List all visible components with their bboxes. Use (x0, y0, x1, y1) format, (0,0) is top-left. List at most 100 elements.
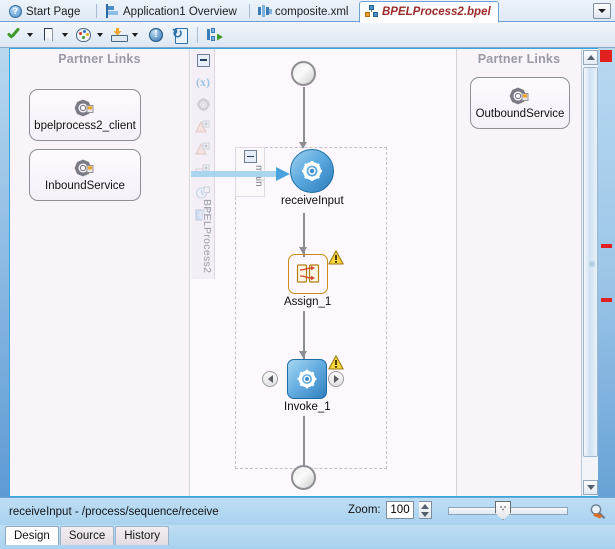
chevron-down-icon (61, 32, 68, 37)
palette-icon (75, 27, 91, 42)
flow-line-invoke-end (303, 416, 305, 466)
green-check-icon (6, 28, 21, 42)
zoom-reset-button[interactable] (589, 503, 607, 521)
application-overview-icon (106, 3, 120, 19)
tab-bpelprocess2-bpel[interactable]: BPELProcess2.bpel (359, 1, 499, 23)
chevron-down-icon (131, 32, 138, 37)
status-bar: receiveInput - /process/sequence/receive… (0, 497, 615, 525)
invoke-node[interactable]: Invoke_1 (262, 355, 344, 413)
scrollbar-thumb[interactable] (583, 67, 598, 457)
tab-overflow-menu-button[interactable] (593, 3, 611, 19)
flow-arrow-receive (299, 142, 307, 149)
partner-links-left-title: Partner Links (58, 52, 141, 66)
collapse-minus-icon[interactable] (191, 49, 215, 71)
invoke-warning-icon[interactable] (328, 355, 344, 370)
editor-vertical-scrollbar[interactable] (581, 49, 598, 496)
end-event-icon (291, 465, 316, 490)
scope-header[interactable]: main (235, 147, 265, 197)
error-marker-2[interactable] (601, 298, 612, 302)
error-marker-1[interactable] (601, 244, 612, 248)
invoke-prev-button[interactable] (262, 371, 278, 387)
partner-link-outboundservice[interactable]: OutboundService (470, 77, 570, 129)
error-overview-ruler[interactable] (598, 48, 615, 497)
editor-toolbar: ! BPEL ? (0, 22, 615, 70)
deploy-button[interactable] (107, 24, 129, 46)
tab-label: History (124, 530, 161, 542)
zoom-control-group: Zoom: (348, 501, 432, 519)
stepper-up-icon[interactable] (420, 503, 429, 509)
tab-label: Design (14, 530, 50, 542)
refresh-button[interactable] (169, 24, 191, 46)
zoom-input[interactable] (385, 501, 414, 519)
validate-button[interactable] (2, 24, 24, 46)
chevron-right-icon (333, 375, 339, 383)
scroll-up-button[interactable] (583, 50, 598, 65)
tab-label: Source (68, 530, 106, 542)
tab-history[interactable]: History (115, 526, 170, 545)
chevron-left-icon (267, 375, 273, 383)
validate-dropdown[interactable] (24, 24, 35, 46)
tab-separator-2 (249, 4, 250, 18)
chevron-up-icon (586, 55, 595, 60)
receive-node-label: receiveInput (281, 195, 344, 207)
partner-link-bpelprocess2-client[interactable]: bpelprocess2_client (29, 89, 141, 141)
palette-button[interactable] (72, 24, 94, 46)
assign-node[interactable]: Assign_1 (284, 250, 344, 308)
tab-separator-1 (96, 4, 97, 18)
editor-mode-tabs: Design Source History (0, 525, 615, 549)
flow-arrow-assign (299, 247, 307, 254)
left-gutter (0, 48, 9, 497)
info-circle-icon: ! (149, 27, 163, 42)
end-node[interactable] (291, 465, 316, 490)
invoke-activity-icon (287, 359, 328, 399)
receive-node[interactable]: receiveInput (281, 149, 344, 207)
collapse-minus-icon[interactable] (243, 150, 257, 163)
assign-warning-icon[interactable] (328, 250, 344, 265)
variables-x-icon[interactable]: (x) (191, 71, 215, 93)
flow-arrow-invoke (299, 351, 307, 358)
bookmark-button[interactable] (37, 24, 59, 46)
correlation-sets-icon[interactable] (191, 115, 215, 137)
partner-links-left-panel: Partner Links bpelprocess2_client Inboun… (10, 49, 190, 496)
scroll-down-button[interactable] (583, 480, 598, 495)
start-node[interactable] (291, 61, 316, 86)
bpel-process-icon (365, 5, 379, 19)
bpel-design-editor: Partner Links bpelprocess2_client Inboun… (0, 48, 615, 497)
structure-button[interactable] (204, 24, 226, 46)
bookmark-icon (43, 27, 53, 42)
process-vertical-toolbar: (x) BPELProcess2 (191, 49, 215, 279)
receive-activity-icon (290, 149, 335, 193)
tab-design[interactable]: Design (5, 526, 59, 545)
partner-links-icon[interactable] (191, 159, 215, 181)
assign-node-label: Assign_1 (284, 296, 332, 308)
partner-link-label: InboundService (45, 179, 125, 192)
tab-start-page[interactable]: ? Start Page (4, 1, 87, 22)
assign-activity-icon (287, 254, 328, 294)
tab-source[interactable]: Source (59, 526, 115, 545)
deploy-dropdown[interactable] (129, 24, 140, 46)
partner-links-right-title: Partner Links (477, 52, 561, 66)
gear-service-icon (74, 99, 96, 119)
chevron-down-icon (96, 32, 103, 37)
status-text: receiveInput - /process/sequence/receive (9, 505, 219, 518)
palette-dropdown[interactable] (94, 24, 105, 46)
tab-label: composite.xml (275, 5, 349, 18)
zoom-stepper[interactable] (418, 501, 432, 519)
deploy-icon (110, 28, 128, 42)
flow-line-start-receive (303, 87, 305, 145)
invoke-node-label: Invoke_1 (284, 401, 331, 413)
stepper-down-icon[interactable] (420, 511, 429, 517)
invoke-next-button[interactable] (328, 371, 344, 387)
tab-composite-xml[interactable]: composite.xml (253, 1, 356, 22)
zoom-slider-thumb[interactable] (495, 501, 511, 520)
start-event-icon (291, 61, 316, 86)
info-button[interactable]: ! (145, 24, 167, 46)
tab-application1-overview[interactable]: Application1 Overview (101, 1, 244, 22)
error-overview-marker[interactable] (600, 50, 612, 62)
gear-icon[interactable] (191, 93, 215, 115)
bookmark-dropdown[interactable] (59, 24, 70, 46)
gear-service-icon (509, 87, 531, 107)
process-canvas[interactable]: (x) BPELProcess2 main receiveInput Assig… (191, 49, 456, 496)
message-exchanges-icon[interactable] (191, 137, 215, 159)
partner-link-inboundservice[interactable]: InboundService (29, 149, 141, 201)
